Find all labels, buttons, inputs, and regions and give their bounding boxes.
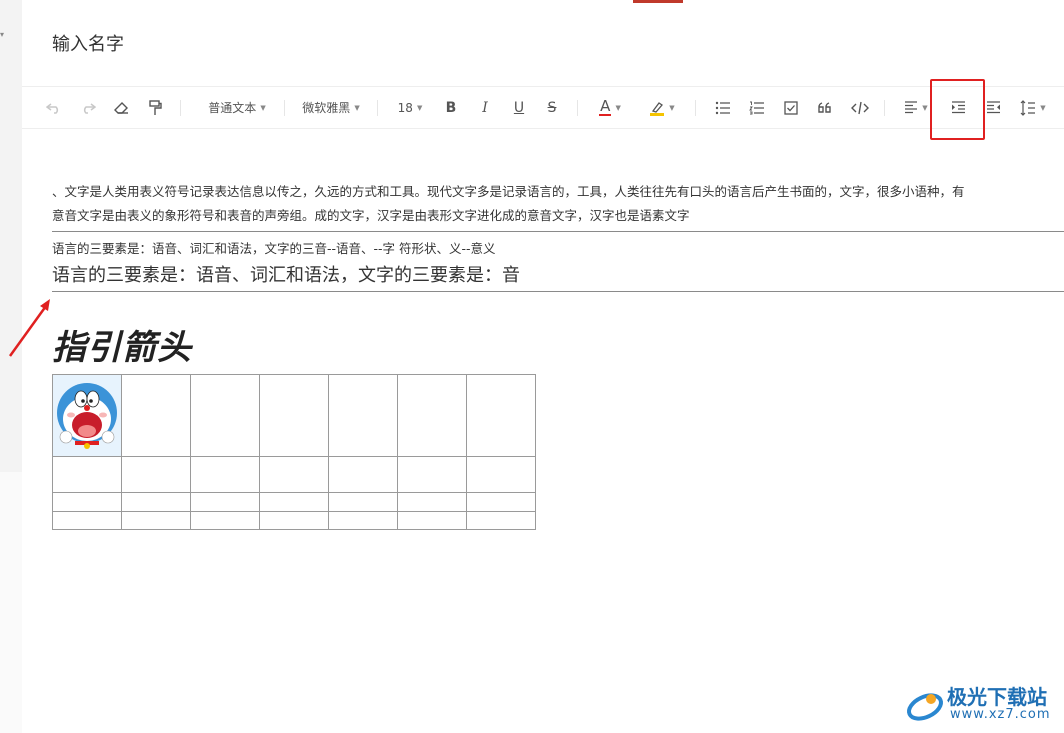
chevron-down-icon: ▼ (615, 103, 621, 112)
table-cell[interactable] (190, 374, 260, 457)
checklist-icon[interactable] (780, 87, 802, 128)
table-cell[interactable] (121, 374, 191, 457)
highlighter-icon (650, 101, 665, 116)
table-row (52, 374, 536, 457)
toolbar-separator (284, 100, 285, 116)
font-family-select[interactable]: 微软雅黑 ▼ (298, 87, 364, 128)
paragraph-style-label: 普通文本 (208, 101, 257, 115)
chevron-down-icon: ▼ (922, 103, 928, 112)
paragraph-large-line[interactable]: 语言的三要素是：语音、词汇和语法，文字的三要素是：音 (52, 261, 520, 287)
toolbar-separator (884, 100, 885, 116)
document-title-input[interactable]: 输入名字 (52, 30, 124, 56)
eraser-icon[interactable] (110, 87, 134, 128)
code-icon[interactable] (847, 87, 873, 128)
bullet-list-icon[interactable] (712, 87, 734, 128)
align-button[interactable]: ▼ (900, 87, 932, 128)
strikethrough-button[interactable]: S (541, 87, 563, 128)
underline-button[interactable]: U (508, 87, 530, 128)
paragraph-style-select[interactable]: 普通文本 ▼ (200, 87, 274, 128)
editor-toolbar: 普通文本 ▼ 微软雅黑 ▼ 18 ▼ B I U S A ▼ ▼ ▼ ▼ (22, 86, 1064, 129)
table-cell[interactable] (190, 456, 260, 493)
table-cell[interactable] (328, 456, 398, 493)
format-painter-icon[interactable] (143, 87, 167, 128)
table-cell[interactable] (397, 511, 467, 530)
watermark-name: 极光下载站 (947, 685, 1047, 709)
font-size-select[interactable]: 18 ▼ (392, 87, 428, 128)
table-cell[interactable] (397, 456, 467, 493)
bold-button[interactable]: B (440, 87, 462, 128)
toolbar-separator (577, 100, 578, 116)
table-cell[interactable] (328, 511, 398, 530)
toolbar-separator (695, 100, 696, 116)
undo-icon[interactable] (42, 87, 66, 128)
table-cell[interactable] (190, 511, 260, 530)
table-cell[interactable] (121, 511, 191, 530)
left-sidebar-gutter (0, 0, 22, 472)
font-color-icon: A (599, 97, 612, 116)
chevron-down-icon: ▼ (416, 103, 423, 112)
watermark-logo-icon (907, 693, 943, 721)
heading-text[interactable]: 指引箭头 (52, 320, 192, 369)
toolbar-separator (180, 100, 181, 116)
toolbar-separator (377, 100, 378, 116)
outdent-icon[interactable] (982, 87, 1004, 128)
table-cell-image[interactable] (52, 374, 122, 457)
chevron-down-icon: ▼ (1040, 103, 1046, 112)
left-gutter-lower (0, 472, 22, 733)
indent-highlight-annotation (930, 79, 985, 140)
table-cell[interactable] (259, 492, 329, 512)
horizontal-rule (52, 291, 1064, 292)
table-cell[interactable] (190, 492, 260, 512)
content-table[interactable] (52, 374, 536, 530)
table-cell[interactable] (397, 492, 467, 512)
table-cell[interactable] (121, 456, 191, 493)
table-cell[interactable] (466, 511, 536, 530)
table-cell[interactable] (259, 456, 329, 493)
table-cell[interactable] (466, 492, 536, 512)
font-size-label: 18 (397, 100, 413, 115)
chevron-down-icon: ▼ (260, 103, 266, 112)
table-row (52, 456, 536, 493)
watermark-url: www.xz7.com (950, 707, 1051, 722)
red-pointer-arrow-icon (8, 299, 50, 357)
doraemon-image (57, 383, 117, 449)
table-cell[interactable] (328, 492, 398, 512)
font-family-label: 微软雅黑 (302, 101, 351, 115)
horizontal-rule (52, 231, 1064, 232)
font-color-button[interactable]: A ▼ (592, 87, 628, 128)
table-cell[interactable] (397, 374, 467, 457)
redo-icon[interactable] (76, 87, 100, 128)
paragraph-line: 、文字是人类用表义符号记录表达信息以传之，久远的方式和工具。现代文字多是记录语言… (52, 184, 965, 199)
site-watermark: 极光下载站 www.xz7.com (905, 681, 1060, 727)
align-left-icon (905, 101, 918, 114)
paragraph-small-line[interactable]: 语言的三要素是：语音、词汇和语法，文字的三音--语音、--字 符形状、义--意义 (52, 238, 496, 257)
numbered-list-icon[interactable] (746, 87, 768, 128)
table-cell[interactable] (121, 492, 191, 512)
italic-button[interactable]: I (474, 87, 496, 128)
table-cell[interactable] (466, 456, 536, 493)
collapse-arrow-icon[interactable]: ▾ (0, 30, 4, 39)
table-row (52, 511, 536, 530)
quote-icon[interactable] (814, 87, 836, 128)
line-height-icon (1020, 99, 1036, 116)
paragraph-line: 意音文字是由表义的象形符号和表音的声旁组。成的文字，汉字是由表形文字进化成的意音… (52, 208, 690, 223)
table-cell[interactable] (52, 456, 122, 493)
chevron-down-icon: ▼ (354, 103, 360, 112)
chevron-down-icon: ▼ (669, 103, 675, 112)
highlight-color-button[interactable]: ▼ (642, 87, 682, 128)
table-row (52, 492, 536, 512)
table-cell[interactable] (52, 511, 122, 530)
table-cell[interactable] (52, 492, 122, 512)
top-red-tab-marker (633, 0, 683, 3)
table-cell[interactable] (466, 374, 536, 457)
line-height-button[interactable]: ▼ (1015, 87, 1051, 128)
table-cell[interactable] (328, 374, 398, 457)
table-cell[interactable] (259, 374, 329, 457)
paragraph-text[interactable]: 、文字是人类用表义符号记录表达信息以传之，久远的方式和工具。现代文字多是记录语言… (52, 180, 1064, 228)
table-cell[interactable] (259, 511, 329, 530)
